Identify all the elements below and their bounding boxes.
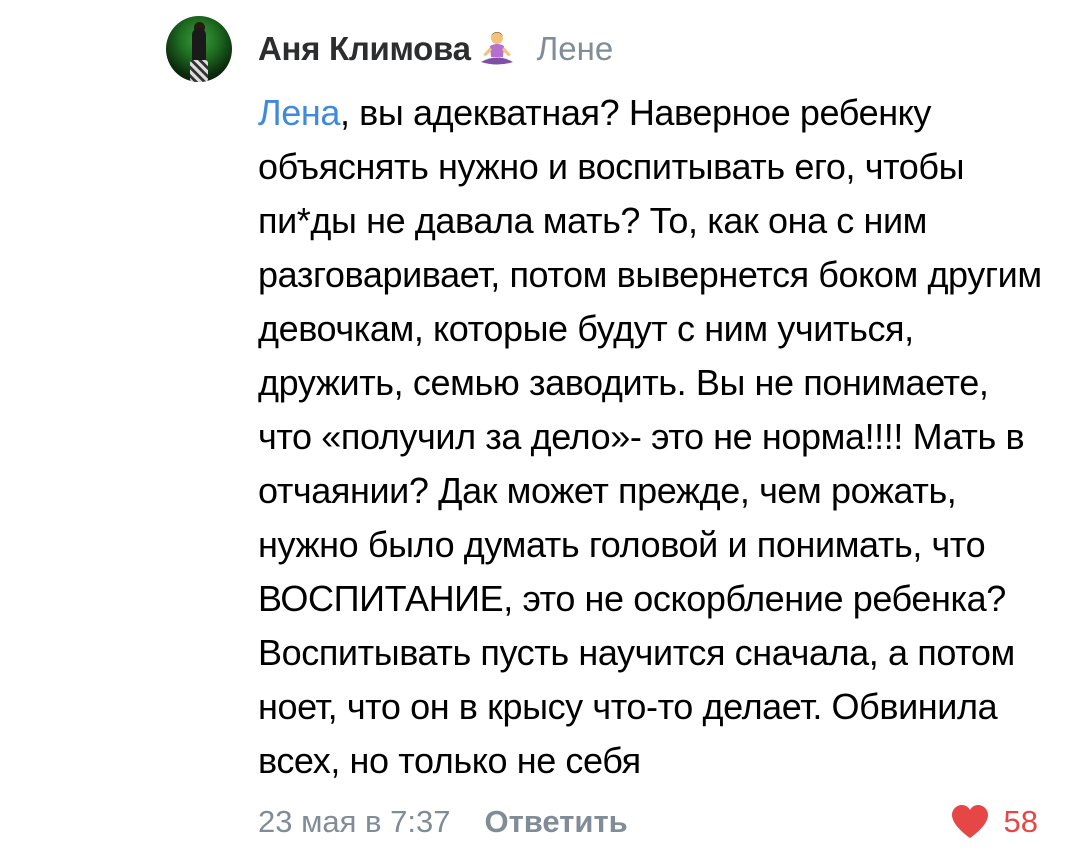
author-name[interactable]: Аня Климова bbox=[258, 30, 471, 68]
comment-footer: 23 мая в 7:37 Ответить bbox=[258, 800, 628, 844]
like-count: 58 bbox=[1003, 804, 1038, 839]
timestamp[interactable]: 23 мая в 7:37 bbox=[258, 804, 450, 840]
like-button[interactable]: 58 bbox=[950, 800, 1038, 844]
comment: Аня Климова Лене Лена, вы адекватная? На… bbox=[0, 0, 1066, 850]
comment-header: Аня Климова Лене bbox=[258, 26, 613, 72]
comment-text: Лена, вы адекватная? Наверное ребенку об… bbox=[258, 86, 1048, 788]
heart-icon bbox=[951, 805, 988, 838]
reply-to-name[interactable]: Лене bbox=[537, 30, 614, 68]
person-in-lotus-position-icon bbox=[477, 29, 517, 69]
mention-link[interactable]: Лена bbox=[258, 92, 340, 133]
reply-button[interactable]: Ответить bbox=[484, 804, 627, 840]
avatar[interactable] bbox=[166, 16, 232, 82]
comment-body: , вы адекватная? Наверное ребенку объясн… bbox=[258, 92, 1052, 781]
